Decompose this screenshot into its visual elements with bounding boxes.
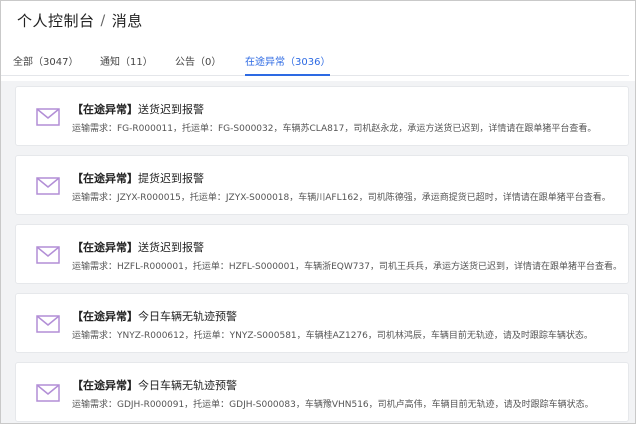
message-list: 【在途异常】送货迟到报警 运输需求：FG-R000011，托运单：FG-S000… [1,81,635,423]
message-body: 运输需求：FG-R000011，托运单：FG-S000032，车辆苏CLA817… [72,124,597,134]
message-title: 【在途异常】送货迟到报警 [72,239,204,255]
mail-icon [36,315,60,333]
tab-all[interactable]: 全部（3047） [13,53,78,76]
message-title: 【在途异常】提货迟到报警 [72,170,204,186]
tab-notifications[interactable]: 通知（11） [100,53,153,76]
message-tabs: 全部（3047） 通知（11） 公告（0） 在途异常（3036） [1,45,629,76]
mail-icon [36,108,60,126]
message-item[interactable]: 【在途异常】今日车辆无轨迹预警 运输需求：YNYZ-R000612，托运单：YN… [15,293,629,353]
message-body: 运输需求：YNYZ-R000612，托运单：YNYZ-S000581，车辆桂AZ… [72,331,593,341]
page-header: 个人控制台 / 消息 [1,1,635,39]
mail-icon [36,177,60,195]
message-subject: 今日车辆无轨迹预警 [138,379,237,392]
message-center-panel: 个人控制台 / 消息 全部（3047） 通知（11） 公告（0） 在途异常（30… [0,0,636,424]
message-title: 【在途异常】今日车辆无轨迹预警 [72,308,237,324]
mail-icon [36,384,60,402]
message-tag: 【在途异常】 [72,379,138,392]
message-body: 运输需求：JZYX-R000015，托运单：JZYX-S000018，车辆川AF… [72,193,611,203]
message-subject: 送货迟到报警 [138,241,204,254]
tab-in-transit-exceptions[interactable]: 在途异常（3036） [245,53,331,76]
breadcrumb: 个人控制台 / 消息 [17,10,143,31]
message-body: 运输需求：GDJH-R000091，托运单：GDJH-S000083，车辆豫VH… [72,400,594,410]
breadcrumb-current: 消息 [111,12,143,30]
message-subject: 提货迟到报警 [138,172,204,185]
message-title: 【在途异常】送货迟到报警 [72,101,204,117]
message-subject: 今日车辆无轨迹预警 [138,310,237,323]
breadcrumb-separator: / [100,12,106,29]
message-title: 【在途异常】今日车辆无轨迹预警 [72,377,237,393]
message-tag: 【在途异常】 [72,172,138,185]
breadcrumb-root[interactable]: 个人控制台 [17,10,95,31]
message-tag: 【在途异常】 [72,103,138,116]
message-body: 运输需求：HZFL-R000001，托运单：HZFL-S000001，车辆浙EQ… [72,262,622,272]
message-item[interactable]: 【在途异常】提货迟到报警 运输需求：JZYX-R000015，托运单：JZYX-… [15,155,629,215]
tab-announcements[interactable]: 公告（0） [175,53,221,76]
mail-icon [36,246,60,264]
message-subject: 送货迟到报警 [138,103,204,116]
message-tag: 【在途异常】 [72,241,138,254]
message-tag: 【在途异常】 [72,310,138,323]
message-item[interactable]: 【在途异常】送货迟到报警 运输需求：HZFL-R000001，托运单：HZFL-… [15,224,629,284]
message-item[interactable]: 【在途异常】今日车辆无轨迹预警 运输需求：GDJH-R000091，托运单：GD… [15,362,629,422]
message-item[interactable]: 【在途异常】送货迟到报警 运输需求：FG-R000011，托运单：FG-S000… [15,86,629,146]
